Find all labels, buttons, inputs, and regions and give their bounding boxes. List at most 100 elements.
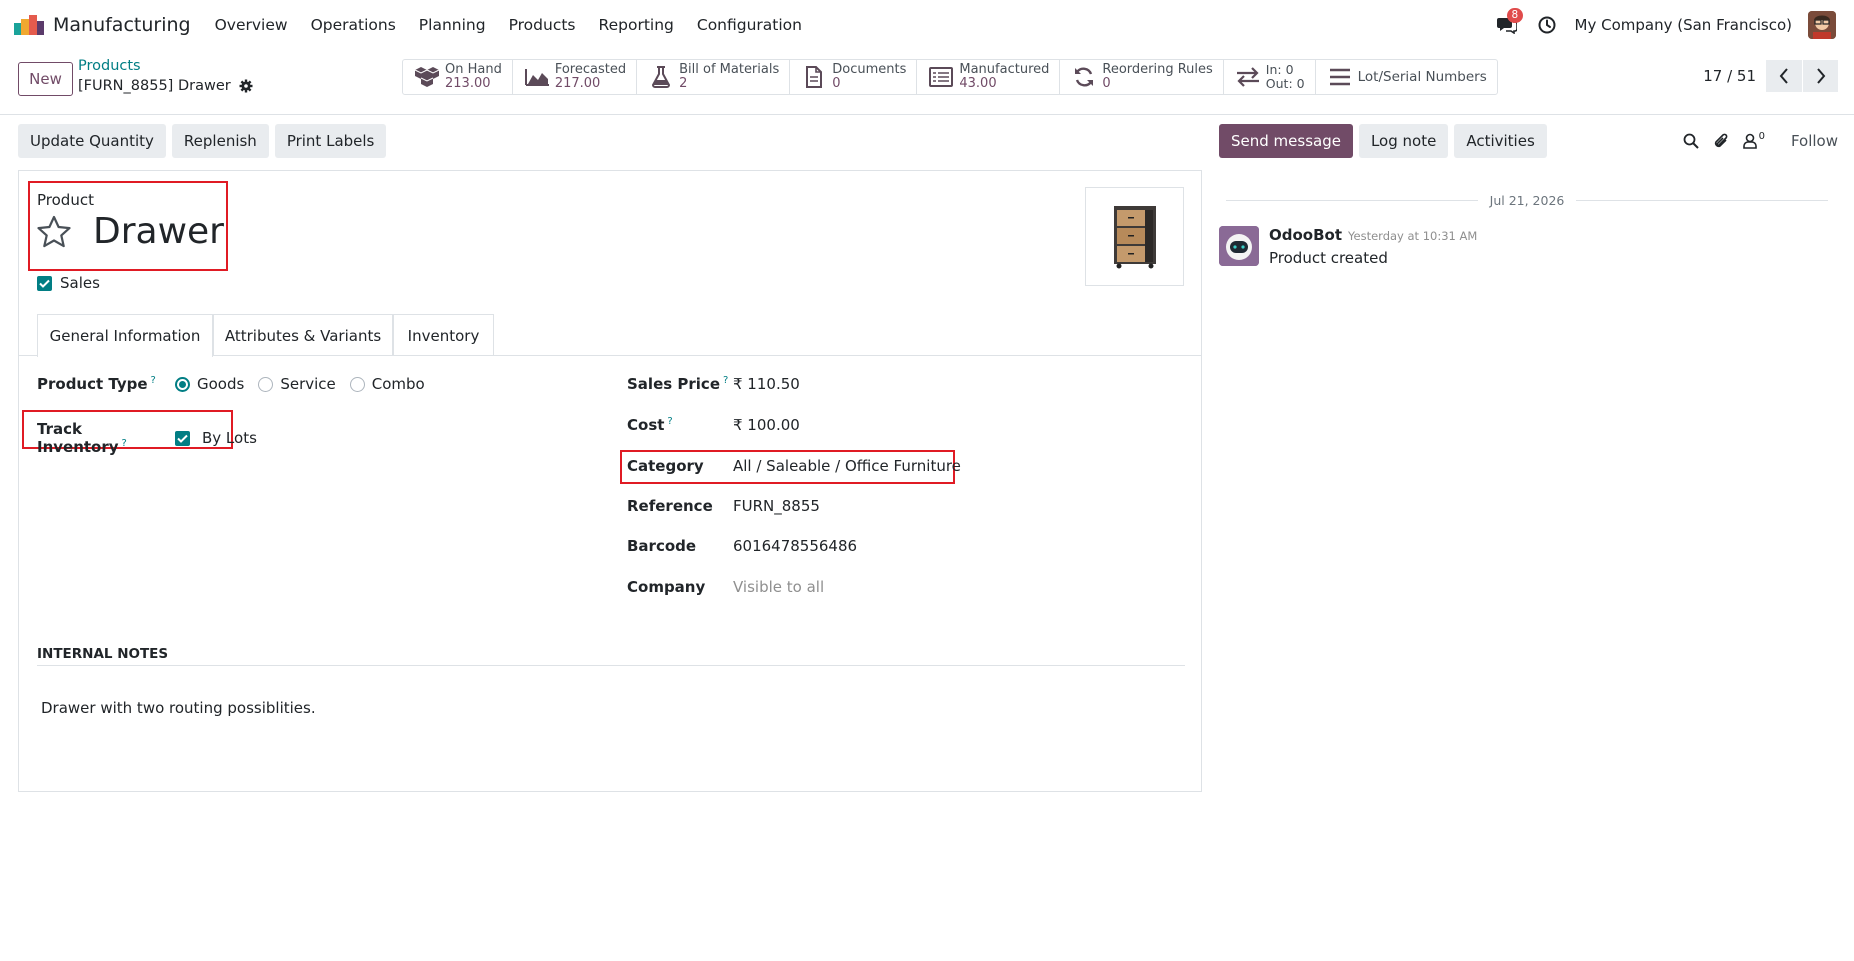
internal-notes-field[interactable]: Drawer with two routing possiblities. bbox=[41, 699, 316, 717]
menu-products[interactable]: Products bbox=[509, 16, 576, 34]
reference-field[interactable]: FURN_8855 bbox=[733, 497, 820, 515]
chatter-search-button[interactable] bbox=[1683, 133, 1699, 149]
follow-button[interactable]: Follow bbox=[1791, 132, 1838, 150]
message-time: Yesterday at 10:31 AM bbox=[1348, 229, 1478, 243]
product-type-label-wrap: Product Type? bbox=[37, 375, 175, 393]
product-form-sheet: Product Drawer Sales General Information… bbox=[18, 170, 1202, 792]
manufacturing-app-icon bbox=[14, 15, 44, 35]
area-chart-icon bbox=[524, 69, 549, 86]
radio-goods[interactable] bbox=[175, 376, 190, 392]
search-icon bbox=[1683, 133, 1699, 149]
radio-service[interactable] bbox=[258, 376, 274, 392]
control-panel: New Products [FURN_8855] Drawer On Hand … bbox=[0, 50, 1854, 115]
menu-planning[interactable]: Planning bbox=[419, 16, 486, 34]
company-field[interactable]: Visible to all bbox=[733, 578, 824, 596]
smart-button-documents[interactable]: Documents 0 bbox=[790, 60, 918, 94]
help-tooltip-icon[interactable]: ? bbox=[151, 375, 156, 386]
barcode-field[interactable]: 6016478556486 bbox=[733, 537, 857, 555]
help-tooltip-icon[interactable]: ? bbox=[122, 438, 127, 449]
product-type-label: Product Type bbox=[37, 375, 148, 393]
update-quantity-button[interactable]: Update Quantity bbox=[18, 124, 166, 158]
smart-button-manufactured[interactable]: Manufactured 43.00 bbox=[917, 60, 1061, 94]
replenish-button[interactable]: Replenish bbox=[171, 124, 269, 158]
exchange-icon bbox=[1236, 67, 1259, 87]
track-inventory-checkbox[interactable] bbox=[175, 430, 190, 446]
message-body: OdooBot Yesterday at 10:31 AM Product cr… bbox=[1269, 226, 1477, 267]
user-avatar[interactable] bbox=[1808, 11, 1836, 39]
product-name[interactable]: Drawer bbox=[93, 211, 224, 252]
attachments-button[interactable] bbox=[1713, 132, 1729, 150]
track-inventory-value[interactable]: By Lots bbox=[202, 429, 257, 447]
radio-combo[interactable] bbox=[349, 376, 365, 392]
messages-badge: 8 bbox=[1506, 8, 1524, 23]
smart-button-lot-serial-numbers[interactable]: Lot/Serial Numbers bbox=[1316, 60, 1497, 94]
cost-field[interactable]: ₹ 100.00 bbox=[733, 416, 800, 434]
forecasted-label: Forecasted bbox=[554, 62, 627, 77]
log-note-button[interactable]: Log note bbox=[1358, 124, 1449, 158]
app-brand[interactable]: Manufacturing bbox=[14, 14, 191, 36]
sales-price-field[interactable]: ₹ 110.50 bbox=[733, 375, 800, 393]
activities-button[interactable]: Activities bbox=[1454, 124, 1547, 158]
pager-next-button[interactable] bbox=[1802, 60, 1838, 92]
boxes-icon bbox=[414, 67, 440, 87]
in-count: In: 0 bbox=[1265, 62, 1294, 77]
print-labels-button[interactable]: Print Labels bbox=[274, 124, 387, 158]
smart-button-reordering-rules[interactable]: Reordering Rules 0 bbox=[1060, 60, 1224, 94]
tab-attributes-variants[interactable]: Attributes & Variants bbox=[213, 314, 393, 356]
drawer-cabinet-image bbox=[1113, 205, 1156, 268]
followers-button[interactable]: 0 bbox=[1742, 131, 1765, 149]
category-field[interactable]: All / Saleable / Office Furniture bbox=[733, 457, 961, 475]
product-image[interactable] bbox=[1085, 187, 1184, 286]
manufactured-label: Manufactured bbox=[959, 62, 1050, 77]
cost-label: Cost bbox=[627, 416, 665, 434]
chevron-left-icon bbox=[1779, 68, 1788, 84]
lots-label: Lot/Serial Numbers bbox=[1357, 69, 1487, 85]
combo-label: Combo bbox=[371, 375, 425, 393]
tab-general-information[interactable]: General Information bbox=[37, 314, 213, 357]
chatter-date-separator: Jul 21, 2026 bbox=[1226, 190, 1829, 210]
star-icon[interactable] bbox=[37, 215, 71, 249]
product-type-service[interactable]: Service bbox=[258, 375, 336, 393]
breadcrumb-products[interactable]: Products bbox=[78, 58, 141, 74]
new-button[interactable]: New bbox=[18, 62, 73, 96]
tab-inventory[interactable]: Inventory bbox=[393, 314, 494, 356]
smart-button-bill-of-materials[interactable]: Bill of Materials 2 bbox=[637, 60, 791, 94]
sales-checkbox-row[interactable]: Sales bbox=[37, 274, 100, 292]
chatter-tools: 0 Follow bbox=[1669, 124, 1838, 158]
app-name: Manufacturing bbox=[53, 14, 191, 36]
help-tooltip-icon[interactable]: ? bbox=[723, 375, 728, 386]
bom-label: Bill of Materials bbox=[679, 62, 780, 77]
send-message-button[interactable]: Send message bbox=[1219, 124, 1353, 158]
help-tooltip-icon[interactable]: ? bbox=[667, 416, 672, 427]
reordering-value: 0 bbox=[1102, 76, 1111, 91]
company-switcher[interactable]: My Company (San Francisco) bbox=[1575, 16, 1792, 34]
menu-operations[interactable]: Operations bbox=[311, 16, 396, 34]
smart-button-in-out[interactable]: In: 0 Out: 0 bbox=[1224, 60, 1316, 94]
breadcrumb-current-label: [FURN_8855] Drawer bbox=[78, 78, 231, 94]
activities-button[interactable] bbox=[1535, 13, 1559, 37]
menu-reporting[interactable]: Reporting bbox=[599, 16, 674, 34]
smart-button-forecasted[interactable]: Forecasted 217.00 bbox=[513, 60, 638, 94]
message-author[interactable]: OdooBot bbox=[1269, 226, 1342, 244]
cost-row: Cost? ₹ 100.00 bbox=[627, 416, 800, 434]
cost-label-wrap: Cost? bbox=[627, 416, 733, 434]
smart-button-on-hand[interactable]: On Hand 213.00 bbox=[403, 60, 513, 94]
menu-configuration[interactable]: Configuration bbox=[697, 16, 802, 34]
list-alt-icon bbox=[929, 67, 954, 87]
menu-overview[interactable]: Overview bbox=[215, 16, 288, 34]
product-type-goods[interactable]: Goods bbox=[175, 375, 244, 393]
product-type-combo[interactable]: Combo bbox=[349, 375, 425, 393]
on-hand-label: On Hand bbox=[445, 62, 502, 77]
flask-icon bbox=[652, 66, 671, 88]
sales-checkbox[interactable] bbox=[37, 275, 52, 291]
messages-button[interactable]: 8 bbox=[1495, 8, 1524, 37]
documents-value: 0 bbox=[832, 76, 841, 91]
gear-icon[interactable] bbox=[239, 79, 253, 93]
record-pager: 17 / 51 bbox=[1703, 60, 1838, 92]
product-label: Product bbox=[37, 191, 94, 209]
user-icon bbox=[1742, 133, 1757, 149]
pager-value[interactable]: 17 / 51 bbox=[1703, 67, 1756, 85]
product-type-row: Product Type? Goods Service Combo bbox=[37, 375, 439, 393]
odoobot-avatar[interactable] bbox=[1219, 226, 1259, 266]
pager-previous-button[interactable] bbox=[1766, 60, 1802, 92]
